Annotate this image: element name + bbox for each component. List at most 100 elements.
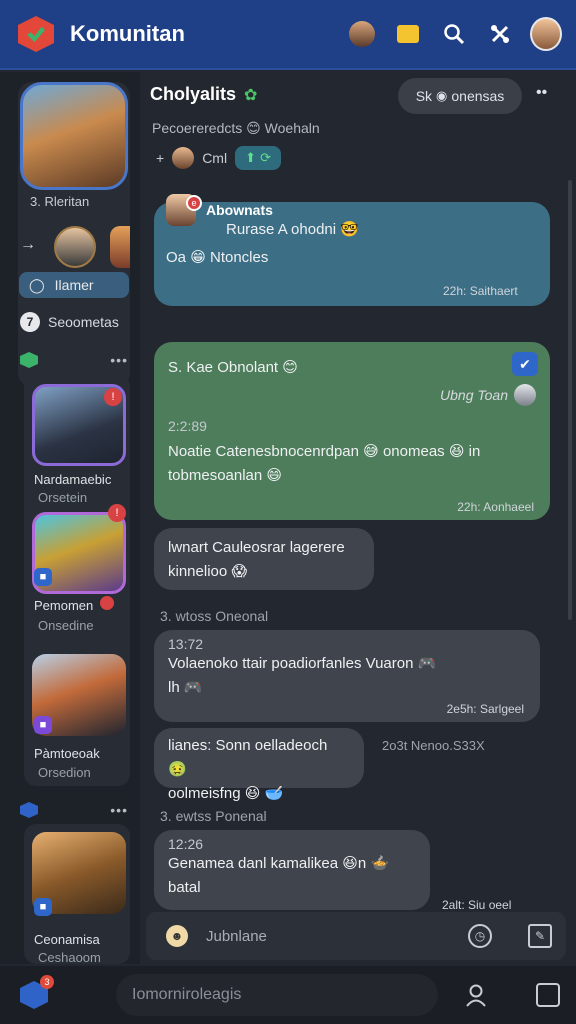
emoji-icon: 😆: [244, 785, 261, 802]
emoji-icon: 😆: [448, 443, 465, 460]
message-text: kinnelioo: [168, 563, 228, 580]
reader-avatar: [514, 384, 536, 406]
up-arrow-icon: ⬆: [245, 150, 257, 165]
date-separator: 3. ewtss Ponenal: [160, 808, 267, 824]
game-name-4: Ceonamisa: [34, 932, 100, 947]
rail-counter[interactable]: 7 Seoometas: [20, 312, 119, 332]
profile-avatar[interactable]: [530, 17, 562, 51]
timer-icon[interactable]: ◷: [468, 924, 492, 948]
app-title: Komunitan: [70, 21, 185, 46]
friend-avatar-icon[interactable]: [346, 18, 378, 50]
group-header-1: •••: [20, 352, 128, 368]
chat-filter-pill[interactable]: Sk ◉ onensas: [398, 78, 522, 114]
emoji-icon: 😱: [231, 563, 248, 580]
rail-pill-label: Ilamer: [54, 277, 94, 293]
message-text: Ntoncles: [210, 249, 269, 266]
app-badge-icon: ■: [34, 898, 52, 916]
game-name-1: Nardamaebic: [34, 472, 112, 487]
message-text: oolmeisfng: [168, 785, 241, 802]
message-line: Volaenoko ttair poadiorfanles Vuaron 🎮: [168, 652, 526, 676]
chat-scrollbar[interactable]: [568, 180, 572, 620]
emoji-icon: 🤢: [168, 761, 187, 778]
subtitle-text: Pecoereredcts: [152, 120, 243, 136]
tag-icon: ◯: [29, 276, 45, 293]
group-header-2: •••: [20, 802, 128, 818]
tools-icon[interactable]: [484, 18, 516, 50]
reaction-badge[interactable]: ⬆ ⟳: [235, 146, 282, 170]
emoji-picker-icon[interactable]: ☻: [166, 925, 188, 947]
message-text: in: [468, 443, 481, 460]
meta-prefix: +: [156, 150, 165, 166]
message-bubble-3[interactable]: lwnart Cauleosrar lagerere kinnelioo 😱: [154, 528, 374, 590]
message-bubble-5[interactable]: lianes: Sonn oelladeoch 🤢 oolmeisfng 😆 🥣: [154, 728, 364, 802]
chat-title-text: Cholyalits: [150, 84, 237, 104]
sender-badge-icon: e: [186, 195, 202, 211]
more-options-icon[interactable]: ••: [536, 84, 547, 102]
message-bubble-2[interactable]: S. Kae Obnolant 😊 ✔ Ubng Toan 2:2:89 Noa…: [154, 342, 550, 520]
more-icon[interactable]: •••: [110, 802, 128, 818]
shield-icon: [20, 802, 38, 818]
emoji-icon: 😄: [266, 467, 283, 484]
emoji-icon: 🤓: [340, 221, 359, 238]
search-icon[interactable]: [438, 18, 470, 50]
notification-icon: !: [108, 504, 126, 522]
message-bubble-6[interactable]: 12:26 Genamea danl kamalikea 😆n 🍲 batal: [154, 830, 430, 910]
message-line: oolmeisfng 😆 🥣: [168, 782, 350, 806]
filter-text: onensas: [451, 88, 505, 104]
folder-icon[interactable]: [392, 18, 424, 50]
friend-avatar[interactable]: [54, 226, 96, 268]
bottom-search-input[interactable]: Iomorniroleagis: [116, 974, 438, 1016]
message-text: S. Kae Obnolant: [168, 359, 279, 376]
app-logo-icon[interactable]: [18, 16, 54, 52]
inbox-icon[interactable]: [536, 983, 560, 1007]
message-line: Noatie Catenesbnocenrdpan 😅 onomeas 😆 in: [168, 440, 536, 464]
shield-icon: [20, 352, 38, 368]
game-sub-4: Ceshaoom: [38, 950, 101, 965]
message-time: 2e5h: Sarlgeel: [446, 702, 524, 716]
game-sub-1: Orsetein: [38, 490, 88, 505]
message-text: Genamea danl kamalikea: [168, 855, 339, 872]
message-line: lh 🎮: [168, 676, 526, 700]
emoji-icon: 🥣: [264, 785, 284, 802]
friend-avatar-partial[interactable]: [110, 226, 130, 268]
message-input[interactable]: Jubnlane: [206, 928, 432, 945]
message-stamp: 2:2:89: [168, 418, 207, 434]
profile-game-avatar[interactable]: [20, 82, 128, 190]
emoji-icon: 😊: [246, 120, 261, 136]
message-text: lh: [168, 679, 180, 696]
message-bubble-4[interactable]: 13:72 Volaenoko ttair poadiorfanles Vuar…: [154, 630, 540, 722]
meta-label: Cml: [202, 150, 228, 166]
emoji-icon: 😁: [190, 249, 206, 266]
read-receipt: Ubng Toan: [168, 384, 536, 406]
user-icon[interactable]: [462, 981, 490, 1009]
game-name-3: Pàmtoeoak: [34, 746, 100, 761]
arrow-right-icon[interactable]: →: [20, 236, 36, 254]
message-text: lianes: Sonn oelladeoch: [168, 737, 328, 754]
home-badge: 3: [40, 975, 54, 989]
game-name-2: Pemomen: [34, 598, 94, 613]
message-stamp: 12:26: [168, 836, 204, 852]
message-text: tobmesoanlan: [168, 467, 263, 484]
message-line: kinnelioo 😱: [168, 560, 360, 584]
more-icon[interactable]: •••: [110, 352, 128, 368]
emoji-icon: 🎮: [417, 655, 437, 672]
counter-badge: 7: [20, 312, 40, 332]
filter-label: Sk: [415, 88, 433, 104]
message-line: lwnart Cauleosrar lagerere: [168, 539, 345, 556]
game-sub-3: Orsedion: [38, 765, 91, 780]
game-sub-2: Onsedine: [38, 618, 94, 633]
chat-meta: + Cml ⬆ ⟳: [156, 146, 282, 170]
chat-title: Cholyalits ✿: [150, 84, 257, 105]
message-line: lianes: Sonn oelladeoch 🤢: [168, 734, 350, 782]
home-shield-icon[interactable]: 3: [18, 975, 54, 1011]
compose-edit-icon[interactable]: ✎: [528, 924, 552, 948]
member-avatar[interactable]: [172, 147, 195, 169]
top-app-bar: Komunitan: [0, 0, 576, 70]
leaf-icon: ✿: [244, 86, 258, 104]
message-line: Oa 😁 Ntoncles: [166, 246, 268, 270]
message-time: 22h: Aonhaeel: [457, 500, 534, 514]
rail-filter-pill[interactable]: ◯ Ilamer: [19, 272, 129, 298]
message-text: Noatie Catenesbnocenrdpan: [168, 443, 359, 460]
app-badge-icon: ■: [34, 716, 52, 734]
alert-dot-icon: [100, 596, 114, 610]
